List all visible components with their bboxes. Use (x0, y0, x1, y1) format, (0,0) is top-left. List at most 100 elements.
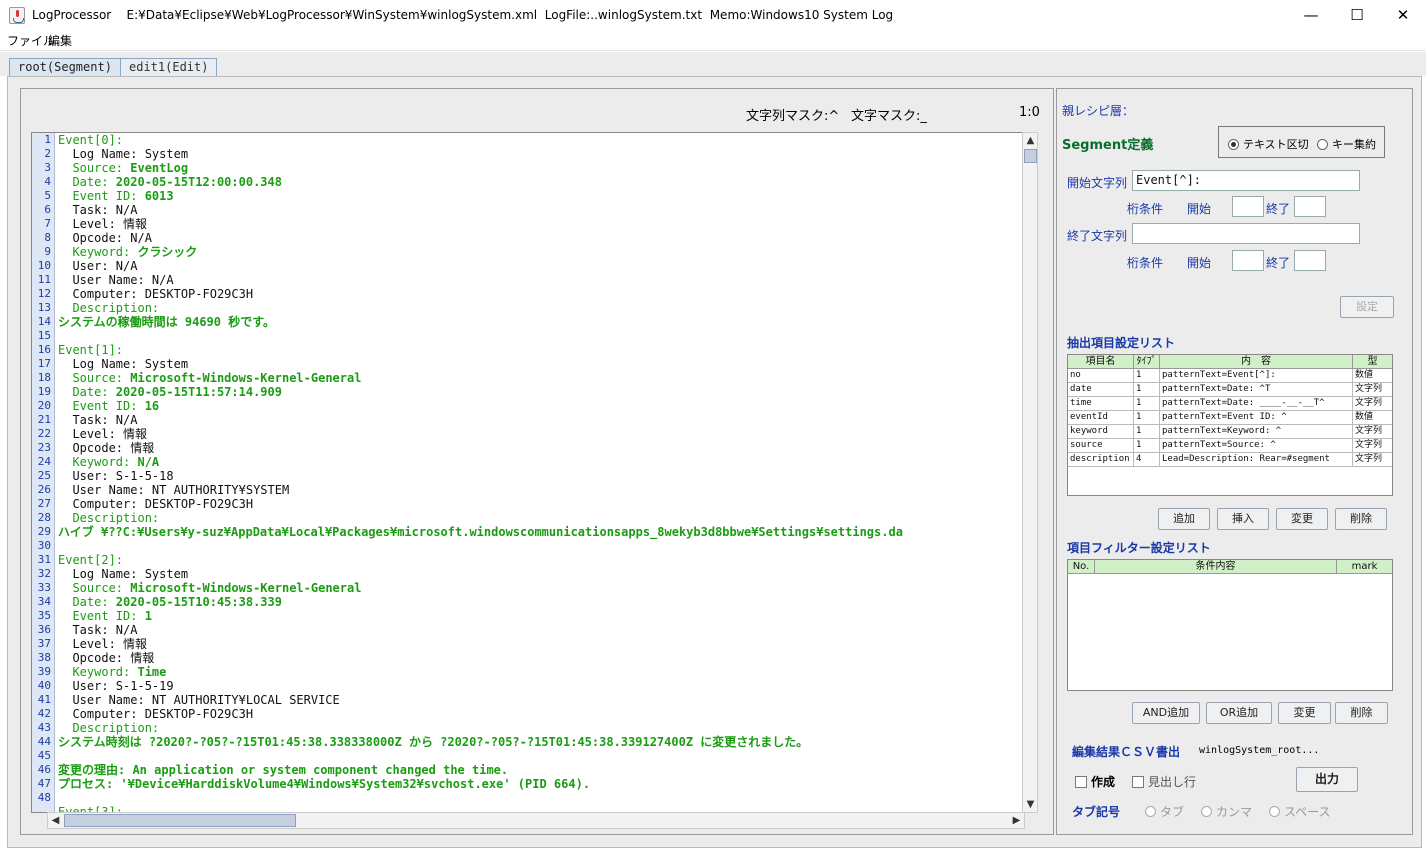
code-line[interactable]: Event ID: 1 (58, 609, 1022, 623)
code-line[interactable]: User Name: NT AUTHORITY¥SYSTEM (58, 483, 1022, 497)
code-line[interactable]: Task: N/A (58, 623, 1022, 637)
code-line[interactable]: User: S-1-5-18 (58, 469, 1022, 483)
table-row[interactable]: time 1 patternText=Date: ____-__-__T^ 文字列 (1068, 397, 1392, 411)
set-button[interactable]: 設定 (1340, 296, 1394, 318)
scroll-left-icon[interactable]: ◀ (48, 813, 63, 828)
code-line[interactable]: User: N/A (58, 259, 1022, 273)
code-line[interactable]: 変更の理由: An application or system componen… (58, 763, 1022, 777)
radio-comma[interactable]: カンマ (1201, 803, 1252, 820)
scroll-down-icon[interactable]: ▼ (1023, 797, 1038, 812)
code-area[interactable]: Event[0]: Log Name: System Source: Event… (58, 133, 1022, 812)
close-button[interactable]: ✕ (1380, 0, 1426, 31)
output-button[interactable]: 出力 (1296, 767, 1358, 792)
code-line[interactable]: Event ID: 16 (58, 399, 1022, 413)
log-text-editor[interactable]: 1 2 3 4 5 6 7 8 9 10 11 12 13 14 15 16 17 18 19 20 21 22 23 24 2… (31, 132, 1023, 813)
maximize-button[interactable]: ☐ (1334, 0, 1380, 31)
col-type[interactable]: ﾀｲﾌﾟ (1134, 355, 1160, 368)
radio-space[interactable]: スペース (1269, 803, 1331, 820)
filter-table[interactable]: No. 条件内容 mark (1067, 559, 1393, 691)
code-line[interactable]: Computer: DESKTOP-FO29C3H (58, 497, 1022, 511)
code-line[interactable]: Opcode: 情報 (58, 651, 1022, 665)
col-filter-mark[interactable]: mark (1337, 560, 1392, 573)
code-line[interactable]: Description: (58, 301, 1022, 315)
code-line[interactable]: User: S-1-5-19 (58, 679, 1022, 693)
code-line[interactable]: Event[1]: (58, 343, 1022, 357)
code-line[interactable]: Level: 情報 (58, 637, 1022, 651)
end-string-input[interactable] (1132, 223, 1360, 244)
code-line[interactable]: Log Name: System (58, 357, 1022, 371)
table-row[interactable]: eventId 1 patternText=Event ID: ^ 数値 (1068, 411, 1392, 425)
code-line[interactable]: Task: N/A (58, 413, 1022, 427)
code-line[interactable] (58, 749, 1022, 763)
heading-row-checkbox[interactable]: 見出し行 (1132, 773, 1196, 790)
radio-key-aggregate[interactable]: キー集約 (1317, 136, 1376, 152)
code-line[interactable]: Date: 2020-05-15T10:45:38.339 (58, 595, 1022, 609)
col-content[interactable]: 内 容 (1160, 355, 1353, 368)
code-line[interactable]: User Name: N/A (58, 273, 1022, 287)
code-line[interactable]: Log Name: System (58, 147, 1022, 161)
code-line[interactable]: Level: 情報 (58, 427, 1022, 441)
minimize-button[interactable]: — (1288, 0, 1334, 31)
code-line[interactable]: Computer: DESKTOP-FO29C3H (58, 287, 1022, 301)
code-line[interactable]: User Name: NT AUTHORITY¥LOCAL SERVICE (58, 693, 1022, 707)
and-add-button[interactable]: AND追加 (1132, 702, 1200, 724)
scroll-up-icon[interactable]: ▲ (1023, 133, 1038, 148)
code-line[interactable]: Opcode: 情報 (58, 441, 1022, 455)
code-line[interactable]: Keyword: クラシック (58, 245, 1022, 259)
add-item-button[interactable]: 追加 (1158, 508, 1210, 530)
begin-digit-input-2[interactable] (1232, 250, 1264, 271)
radio-text-delimiter[interactable]: テキスト区切 (1228, 136, 1309, 152)
or-add-button[interactable]: OR追加 (1206, 702, 1272, 724)
code-line[interactable]: Keyword: N/A (58, 455, 1022, 469)
code-line[interactable]: システム時刻は ?2020?-?05?-?15T01:45:38.3383380… (58, 735, 1022, 749)
code-line[interactable]: Log Name: System (58, 567, 1022, 581)
filter-change-button[interactable]: 変更 (1278, 702, 1331, 724)
horizontal-scrollbar[interactable]: ◀ ▶ (47, 812, 1025, 829)
code-line[interactable]: Event ID: 6013 (58, 189, 1022, 203)
table-row[interactable]: no 1 patternText=Event[^]: 数値 (1068, 369, 1392, 383)
col-filter-condition[interactable]: 条件内容 (1095, 560, 1337, 573)
code-line[interactable]: システムの稼働時間は 94690 秒です。 (58, 315, 1022, 329)
end-digit-input-2[interactable] (1294, 250, 1326, 271)
code-line[interactable] (58, 539, 1022, 553)
start-string-input[interactable]: Event[^]: (1132, 170, 1360, 191)
code-line[interactable]: Source: Microsoft-Windows-Kernel-General (58, 371, 1022, 385)
code-line[interactable]: Level: 情報 (58, 217, 1022, 231)
end-digit-input-1[interactable] (1294, 196, 1326, 217)
col-data-type[interactable]: 型 (1353, 355, 1392, 368)
col-item-name[interactable]: 項目名 (1068, 355, 1134, 368)
code-line[interactable]: Description: (58, 511, 1022, 525)
table-row[interactable]: keyword 1 patternText=Keyword: ^ 文字列 (1068, 425, 1392, 439)
code-line[interactable]: Source: EventLog (58, 161, 1022, 175)
horizontal-scroll-thumb[interactable] (64, 814, 296, 827)
table-row[interactable]: date 1 patternText=Date: ^T 文字列 (1068, 383, 1392, 397)
table-row[interactable]: description 4 Lead=Description: Rear=#segm… (1068, 453, 1392, 467)
menu-edit[interactable]: 編集 (48, 32, 72, 49)
begin-digit-input-1[interactable] (1232, 196, 1264, 217)
code-line[interactable]: Event[2]: (58, 553, 1022, 567)
insert-item-button[interactable]: 挿入 (1217, 508, 1269, 530)
table-row[interactable]: source 1 patternText=Source: ^ 文字列 (1068, 439, 1392, 453)
col-filter-no[interactable]: No. (1068, 560, 1095, 573)
code-line[interactable]: ハイブ ¥??C:¥Users¥y-suz¥AppData¥Local¥Pack… (58, 525, 1022, 539)
code-line[interactable]: Date: 2020-05-15T12:00:00.348 (58, 175, 1022, 189)
code-line[interactable]: Keyword: Time (58, 665, 1022, 679)
change-item-button[interactable]: 変更 (1276, 508, 1328, 530)
radio-tab[interactable]: タブ (1145, 803, 1184, 820)
filter-delete-button[interactable]: 削除 (1335, 702, 1388, 724)
code-line[interactable]: Event[0]: (58, 133, 1022, 147)
scroll-right-icon[interactable]: ▶ (1009, 813, 1024, 828)
code-line[interactable]: Computer: DESKTOP-FO29C3H (58, 707, 1022, 721)
code-line[interactable]: Date: 2020-05-15T11:57:14.909 (58, 385, 1022, 399)
code-line[interactable] (58, 329, 1022, 343)
tab-root-segment[interactable]: root(Segment) (9, 58, 121, 77)
tab-edit1[interactable]: edit1(Edit) (120, 58, 218, 77)
create-checkbox[interactable]: 作成 (1075, 773, 1115, 790)
code-line[interactable]: Description: (58, 721, 1022, 735)
code-line[interactable]: プロセス: '¥Device¥HarddiskVolume4¥Windows¥S… (58, 777, 1022, 791)
delete-item-button[interactable]: 削除 (1335, 508, 1387, 530)
code-line[interactable]: Opcode: N/A (58, 231, 1022, 245)
code-line[interactable] (58, 791, 1022, 805)
code-line[interactable]: Task: N/A (58, 203, 1022, 217)
vertical-scroll-thumb[interactable] (1024, 149, 1037, 163)
